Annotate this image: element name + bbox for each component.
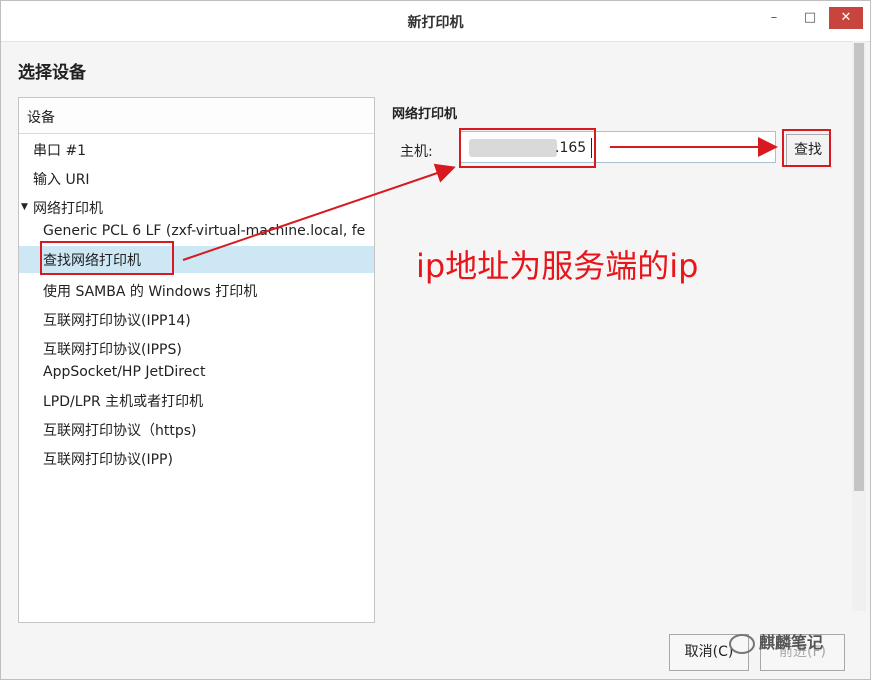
- arrow-to-host-input: [182, 163, 456, 261]
- annotation-arrows: [182, 137, 778, 261]
